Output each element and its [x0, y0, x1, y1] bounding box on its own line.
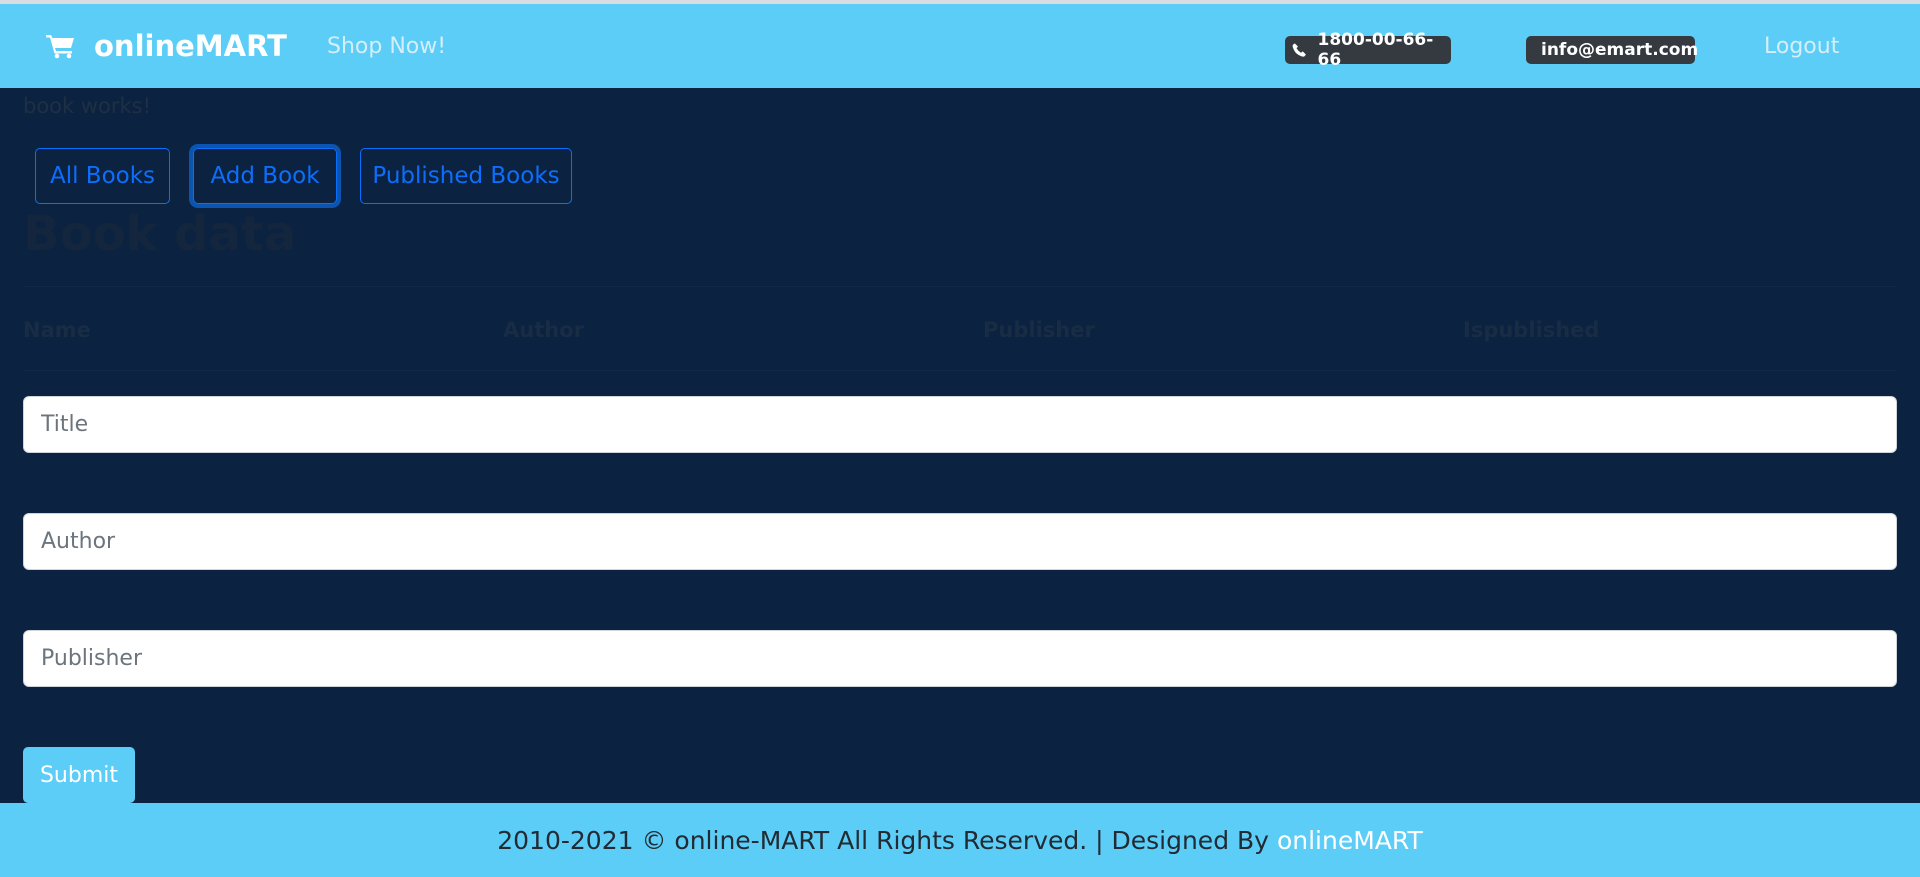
table-header-author: Author [503, 318, 584, 342]
author-input[interactable] [23, 513, 1897, 570]
shop-now-link[interactable]: Shop Now! [327, 34, 446, 59]
published-books-button[interactable]: Published Books [360, 148, 572, 204]
publisher-input[interactable] [23, 630, 1897, 687]
logout-link[interactable]: Logout [1764, 34, 1839, 59]
submit-button[interactable]: Submit [23, 747, 135, 803]
table-header-publisher: Publisher [983, 318, 1095, 342]
works-text: book works! [23, 94, 152, 118]
brand-name: onlineMART [94, 29, 287, 63]
phone-number: 1800-00-66-66 [1317, 30, 1434, 70]
footer-text: 2010-2021 © online-MART All Rights Reser… [497, 825, 1269, 855]
email-badge: info@emart.com [1526, 36, 1699, 64]
top-navbar: onlineMART Shop Now! 1800-00-66-66 info@… [0, 4, 1920, 88]
footer: 2010-2021 © online-MART All Rights Reser… [0, 803, 1920, 877]
footer-brand-link[interactable]: onlineMART [1277, 826, 1423, 855]
add-book-button[interactable]: Add Book [193, 148, 337, 204]
phone-icon [1292, 43, 1306, 57]
brand-link[interactable]: onlineMART [46, 29, 287, 63]
table-header-name: Name [23, 318, 91, 342]
table-header-border [23, 370, 1897, 371]
phone-badge: 1800-00-66-66 [1285, 30, 1451, 70]
page-title: Book data [23, 206, 297, 262]
table-top-border [23, 286, 1897, 287]
table-header-ispublished: Ispublished [1463, 318, 1600, 342]
title-input[interactable] [23, 396, 1897, 453]
email-address: info@emart.com [1541, 40, 1699, 60]
shopping-cart-icon [46, 35, 74, 59]
all-books-button[interactable]: All Books [35, 148, 170, 204]
